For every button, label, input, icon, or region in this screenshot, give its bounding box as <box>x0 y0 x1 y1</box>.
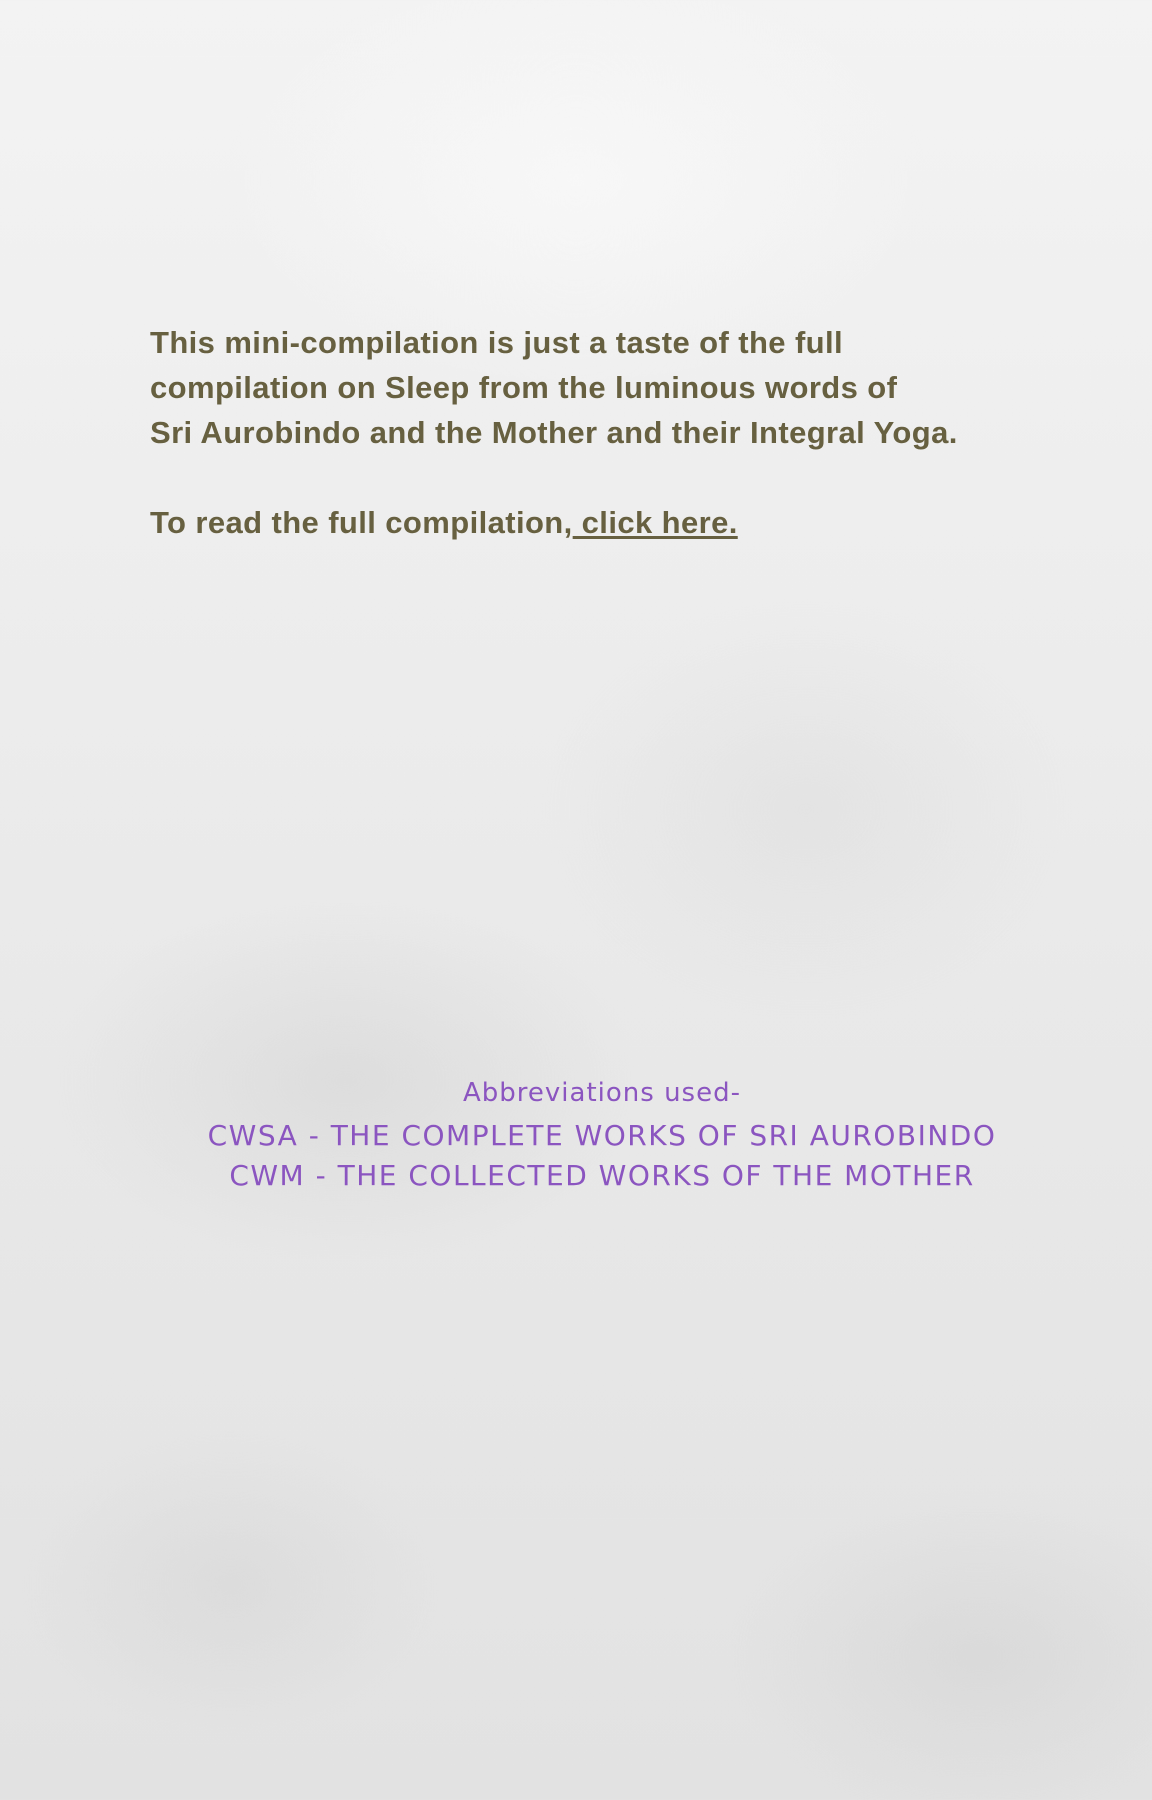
read-full-line: To read the full compilation, click here… <box>150 500 1050 545</box>
abbreviations-block: Abbreviations used- CWSA - THE COMPLETE … <box>0 1070 1152 1196</box>
intro-line-1: This mini-compilation is just a taste of… <box>150 325 844 360</box>
intro-text-block: This mini-compilation is just a taste of… <box>150 320 1050 545</box>
abbreviation-cwsa: CWSA - THE COMPLETE WORKS OF SRI AUROBIN… <box>207 1119 997 1152</box>
click-here-link[interactable]: click here. <box>573 505 738 540</box>
page: This mini-compilation is just a taste of… <box>0 0 1152 1800</box>
intro-line-2: compilation on Sleep from the luminous w… <box>150 370 898 405</box>
read-full-prefix: To read the full compilation, <box>150 505 573 540</box>
intro-line-3: Sri Aurobindo and the Mother and their I… <box>150 415 958 450</box>
abbreviations-heading: Abbreviations used- <box>463 1078 741 1108</box>
abbreviation-cwm: CWM - THE COLLECTED WORKS OF THE MOTHER <box>229 1159 975 1192</box>
intro-paragraph: This mini-compilation is just a taste of… <box>150 320 1050 455</box>
